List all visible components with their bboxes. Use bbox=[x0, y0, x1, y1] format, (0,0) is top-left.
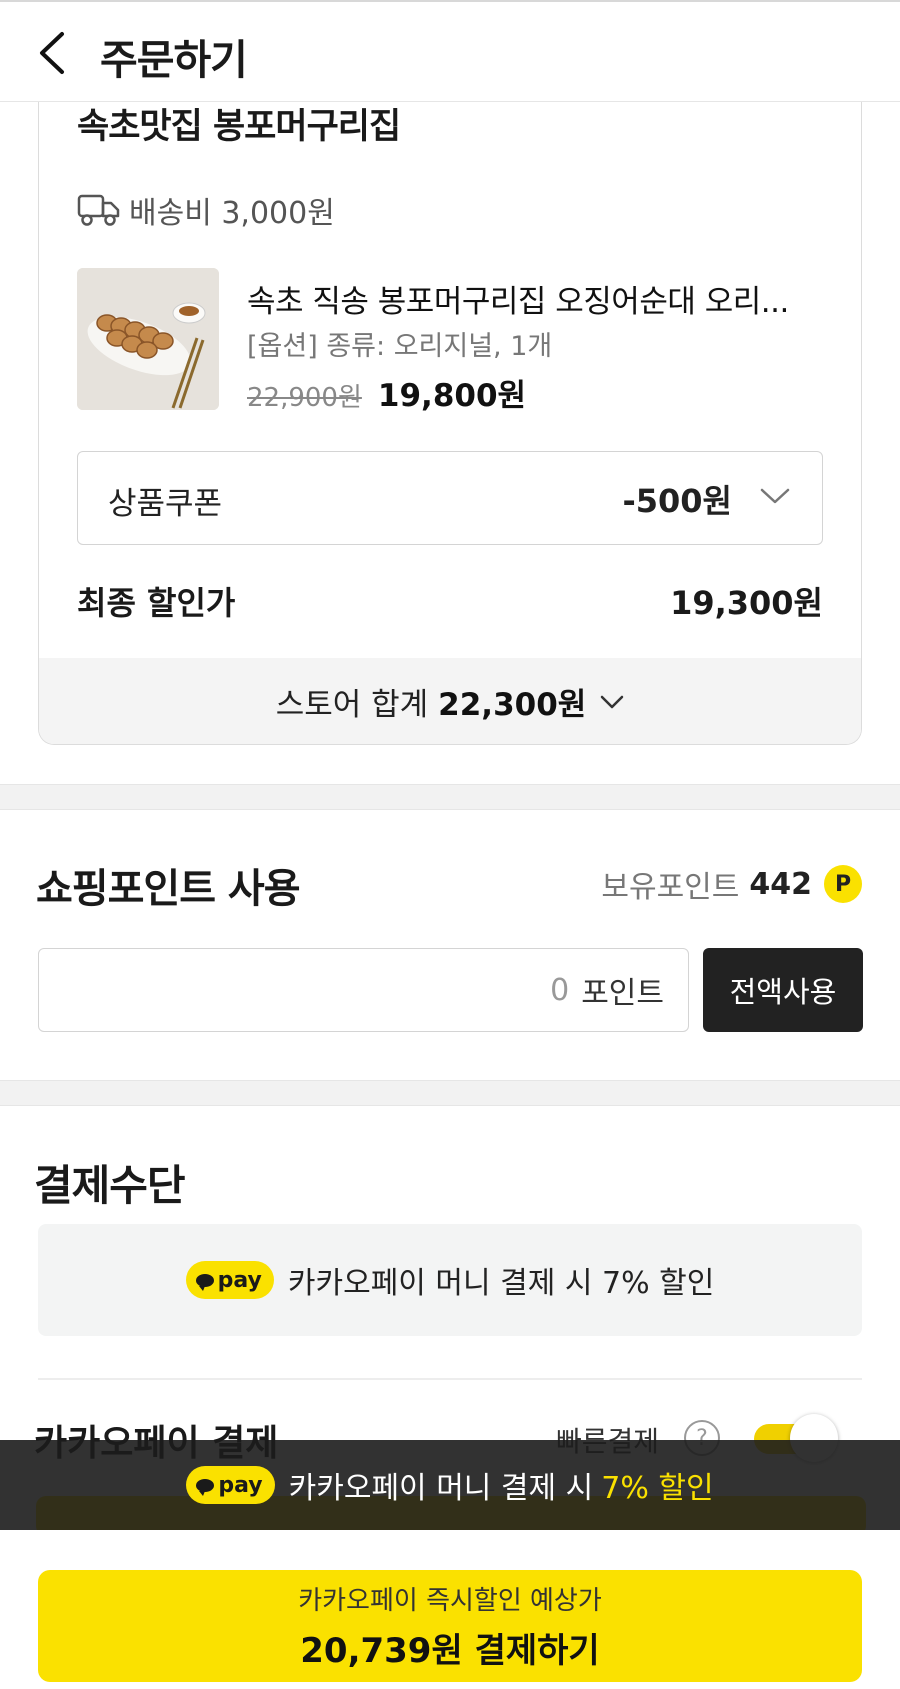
toast-badge-text: pay bbox=[218, 1472, 263, 1498]
coupon-select[interactable]: 상품쿠폰 -500원 bbox=[77, 451, 823, 545]
chevron-down-icon bbox=[601, 695, 624, 708]
chevron-down-icon bbox=[760, 488, 790, 504]
section-divider bbox=[0, 1080, 900, 1106]
bottom-bar: 카카오페이 즉시할인 예상가 20,739원 결제하기 bbox=[0, 1530, 900, 1689]
original-price: 22,900원 bbox=[247, 383, 362, 413]
sale-price: 19,800원 bbox=[377, 378, 527, 414]
store-total-toggle[interactable]: 스토어 합계 22,300원 bbox=[39, 658, 861, 744]
pay-button[interactable]: 카카오페이 즉시할인 예상가 20,739원 결제하기 bbox=[38, 1570, 862, 1682]
payment-section-title: 결제수단 bbox=[34, 1161, 186, 1210]
toast-text: 카카오페이 머니 결제 시 bbox=[288, 1471, 594, 1506]
store-card: 속초맛집 봉포머구리집 배송비 3,000원 속초 직송 봉포머구리집 오징어순… bbox=[38, 80, 862, 745]
store-total-label: 스토어 합계 bbox=[275, 687, 429, 723]
store-total-value: 22,300원 bbox=[438, 687, 587, 723]
divider-line bbox=[38, 1378, 862, 1380]
kakaopay-badge: pay bbox=[185, 1261, 274, 1299]
toast-accent-text: 7% 할인 bbox=[601, 1471, 714, 1506]
coupon-value: -500원 bbox=[622, 482, 732, 520]
kakaopay-badge-text: pay bbox=[217, 1267, 262, 1293]
pay-button-subtitle: 카카오페이 즉시할인 예상가 bbox=[298, 1586, 602, 1616]
owned-points: 보유포인트 442 P bbox=[601, 862, 862, 906]
back-arrow-icon[interactable] bbox=[34, 28, 74, 78]
store-name[interactable]: 속초맛집 봉포머구리집 bbox=[77, 98, 401, 149]
product-name[interactable]: 속초 직송 봉포머구리집 오징어순대 오리... bbox=[247, 276, 827, 321]
final-price-value: 19,300원 bbox=[670, 584, 823, 622]
shipping-info: 배송비 3,000원 bbox=[77, 188, 335, 232]
price-row: 22,900원 19,800원 bbox=[247, 370, 526, 415]
page-title: 주문하기 bbox=[100, 36, 248, 84]
header: 주문하기 bbox=[0, 0, 900, 102]
use-all-points-button[interactable]: 전액사용 bbox=[703, 948, 863, 1032]
speech-bubble-icon bbox=[195, 1273, 214, 1291]
truck-icon bbox=[77, 194, 120, 226]
pay-button-label: 20,739원 결제하기 bbox=[300, 1631, 600, 1671]
points-input[interactable]: 0 포인트 bbox=[38, 948, 689, 1032]
owned-points-label: 보유포인트 bbox=[601, 870, 740, 905]
shipping-fee: 배송비 3,000원 bbox=[129, 196, 335, 231]
product-option: [옵션] 종류: 오리지널, 1개 bbox=[247, 331, 553, 362]
coupon-label: 상품쿠폰 bbox=[108, 486, 223, 522]
final-price-label: 최종 할인가 bbox=[77, 584, 236, 622]
points-input-value: 0 bbox=[550, 972, 570, 1008]
product-image[interactable] bbox=[77, 268, 219, 410]
section-divider bbox=[0, 784, 900, 810]
kakaopay-badge: pay bbox=[186, 1466, 275, 1504]
points-input-unit: 포인트 bbox=[581, 976, 664, 1011]
points-section-title: 쇼핑포인트 사용 bbox=[36, 866, 301, 912]
promo-text: 카카오페이 머니 결제 시 7% 할인 bbox=[287, 1266, 715, 1301]
point-icon: P bbox=[824, 865, 862, 903]
promo-toast: pay 카카오페이 머니 결제 시 7% 할인 bbox=[0, 1440, 900, 1530]
speech-bubble-icon bbox=[196, 1478, 215, 1496]
kakaopay-promo-banner[interactable]: pay 카카오페이 머니 결제 시 7% 할인 bbox=[38, 1224, 862, 1336]
owned-points-value: 442 bbox=[749, 866, 812, 902]
